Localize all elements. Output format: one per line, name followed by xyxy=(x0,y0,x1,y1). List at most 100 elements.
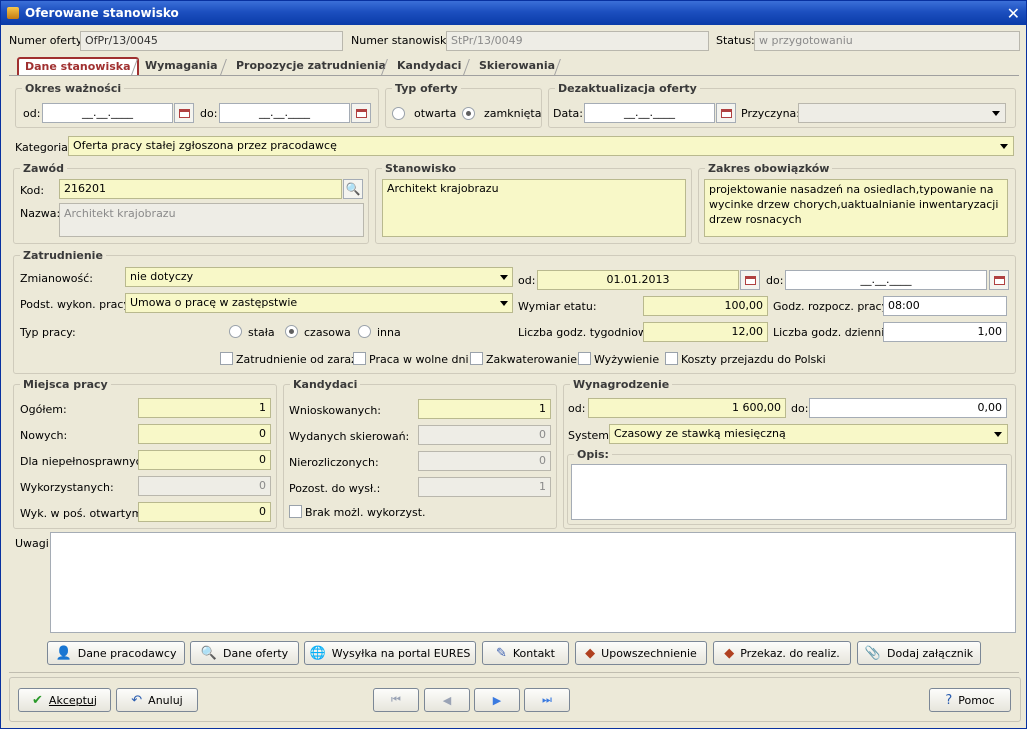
app-icon xyxy=(7,7,19,19)
radio-inna[interactable] xyxy=(358,325,371,338)
category-select[interactable]: Oferta pracy stałej zgłoszona przez prac… xyxy=(68,136,1014,156)
requested-label: Wnioskowanych: xyxy=(289,404,382,417)
work-type-label: Typ pracy: xyxy=(20,326,76,339)
new-label: Nowych: xyxy=(20,429,68,442)
occupation-name-field: Architekt krajobrazu xyxy=(59,203,364,237)
tab-wymagania[interactable]: Wymagania xyxy=(139,58,224,76)
new-input[interactable]: 0 xyxy=(138,424,271,444)
tab-skierowania[interactable]: Skierowania xyxy=(473,58,561,76)
position-number-label: Numer stanowiska: xyxy=(351,34,457,47)
calendar-icon[interactable] xyxy=(174,103,194,123)
calendar-icon[interactable] xyxy=(716,103,736,123)
tab-dane-stanowiska[interactable]: Dane stanowiska xyxy=(17,57,139,75)
prev-record-button[interactable]: ◀ xyxy=(424,688,470,712)
emp-from-input[interactable]: 01.01.2013 xyxy=(537,270,739,290)
checkbox-koszty[interactable] xyxy=(665,352,678,365)
weekly-hours-input[interactable]: 12,00 xyxy=(643,322,768,342)
next-record-button[interactable]: ▶ xyxy=(474,688,520,712)
validity-from-label: od: xyxy=(23,107,41,120)
system-select[interactable]: Czasowy ze stawką miesięczną xyxy=(609,424,1008,444)
radio-stala[interactable] xyxy=(229,325,242,338)
fte-label: Wymiar etatu: xyxy=(518,300,597,313)
daily-hours-label: Liczba godz. dziennie: xyxy=(773,326,895,339)
notes-textarea[interactable] xyxy=(50,532,1016,633)
fte-input[interactable]: 100,00 xyxy=(643,296,768,316)
radio-otwarta[interactable] xyxy=(392,107,405,120)
checkbox-zakwaterowanie[interactable] xyxy=(470,352,483,365)
magnifier-icon: 🔍 xyxy=(200,645,217,661)
emp-to-input[interactable]: __.__.____ xyxy=(785,270,987,290)
cancel-button[interactable]: ↶ Anuluj xyxy=(116,688,198,712)
tab-kandydaci[interactable]: Kandydaci xyxy=(391,58,467,76)
basis-label: Podst. wykon. pracy: xyxy=(20,298,133,311)
edit-icon: ✎ xyxy=(495,645,507,661)
notes-label: Uwagi: xyxy=(15,537,53,550)
description-textarea[interactable] xyxy=(571,464,1007,520)
checkbox-wolne-dni-label: Praca w wolne dni xyxy=(369,353,469,366)
issued-field: 0 xyxy=(418,425,551,445)
checkbox-koszty-label: Koszty przejazdu do Polski xyxy=(681,353,826,366)
accept-label: Akceptuj xyxy=(48,693,97,707)
validity-from-input[interactable]: __.__.____ xyxy=(42,103,173,123)
radio-zamknieta-label: zamknięta xyxy=(484,107,542,120)
status-field: w przygotowaniu xyxy=(754,31,1020,51)
chevron-down-icon xyxy=(992,111,1000,116)
eures-button[interactable]: 🌐 Wysyłka na portal EURES xyxy=(304,641,476,665)
duties-textarea[interactable]: projektowanie nasadzeń na osiedlach,typo… xyxy=(704,179,1008,237)
validity-to-label: do: xyxy=(200,107,218,120)
employer-data-label: Dane pracodawcy xyxy=(77,646,177,660)
search-icon[interactable]: 🔍 xyxy=(343,179,363,199)
checkbox-wolne-dni[interactable] xyxy=(353,352,366,365)
salary-to-input[interactable]: 0,00 xyxy=(809,398,1007,418)
basis-select[interactable]: Umowa o pracę w zastępstwie xyxy=(125,293,513,313)
close-icon[interactable]: ✕ xyxy=(1007,4,1020,23)
checkbox-od-zaraz[interactable] xyxy=(220,352,233,365)
employer-data-button[interactable]: 👤 Dane pracodawcy xyxy=(47,641,185,665)
first-record-button[interactable]: ⏮ xyxy=(373,688,419,712)
prev-icon: ◀ xyxy=(442,693,452,707)
offer-data-button[interactable]: 🔍 Dane oferty xyxy=(190,641,299,665)
deactivation-date-input[interactable]: __.__.____ xyxy=(584,103,715,123)
used-open-label: Wyk. w poś. otwartym: xyxy=(20,507,147,520)
remaining-label: Pozost. do wysł.: xyxy=(289,482,381,495)
total-input[interactable]: 1 xyxy=(138,398,271,418)
contact-button[interactable]: ✎ Kontakt xyxy=(482,641,569,665)
contact-label: Kontakt xyxy=(512,646,555,660)
last-record-button[interactable]: ⏭ xyxy=(524,688,570,712)
radio-stala-label: stała xyxy=(248,326,275,339)
calendar-icon[interactable] xyxy=(351,103,371,123)
daily-hours-input[interactable]: 1,00 xyxy=(883,322,1007,342)
chevron-down-icon xyxy=(994,432,1002,437)
start-hour-input[interactable]: 08:00 xyxy=(883,296,1007,316)
validity-to-input[interactable]: __.__.____ xyxy=(219,103,350,123)
total-label: Ogółem: xyxy=(20,403,67,416)
calendar-icon[interactable] xyxy=(740,270,760,290)
cancel-label: Anuluj xyxy=(148,693,183,707)
salary-from-input[interactable]: 1 600,00 xyxy=(588,398,786,418)
radio-zamknieta[interactable] xyxy=(462,107,475,120)
next-icon: ▶ xyxy=(492,693,502,707)
requested-input[interactable]: 1 xyxy=(418,399,551,419)
shift-select[interactable]: nie dotyczy xyxy=(125,267,513,287)
salary-from-label: od: xyxy=(568,402,586,415)
checkbox-brak-mozl[interactable] xyxy=(289,505,302,518)
used-open-input[interactable]: 0 xyxy=(138,502,271,522)
weekly-hours-label: Liczba godz. tygodniowo: xyxy=(518,326,658,339)
first-icon: ⏮ xyxy=(391,693,401,706)
position-textarea[interactable]: Architekt krajobrazu xyxy=(382,179,686,237)
radio-czasowa[interactable] xyxy=(285,325,298,338)
dissemination-button[interactable]: ◆ Upowszechnienie xyxy=(575,641,707,665)
checkbox-wyzywienie[interactable] xyxy=(578,352,591,365)
calendar-icon[interactable] xyxy=(989,270,1009,290)
disabled-input[interactable]: 0 xyxy=(138,450,271,470)
accept-button[interactable]: ✔ Akceptuj xyxy=(18,688,111,712)
checkmark-icon: ✔ xyxy=(32,692,43,708)
globe-icon: 🌐 xyxy=(309,645,326,661)
reason-select[interactable] xyxy=(798,103,1006,123)
help-button[interactable]: ? Pomoc xyxy=(929,688,1011,712)
tab-propozycje[interactable]: Propozycje zatrudnienia xyxy=(230,58,392,76)
position-number-field: StPr/13/0049 xyxy=(446,31,709,51)
occupation-code-input[interactable]: 216201 xyxy=(59,179,342,199)
handover-button[interactable]: ◆ Przekaz. do realiz. xyxy=(713,641,851,665)
add-attachment-button[interactable]: 📎 Dodaj załącznik xyxy=(857,641,981,665)
